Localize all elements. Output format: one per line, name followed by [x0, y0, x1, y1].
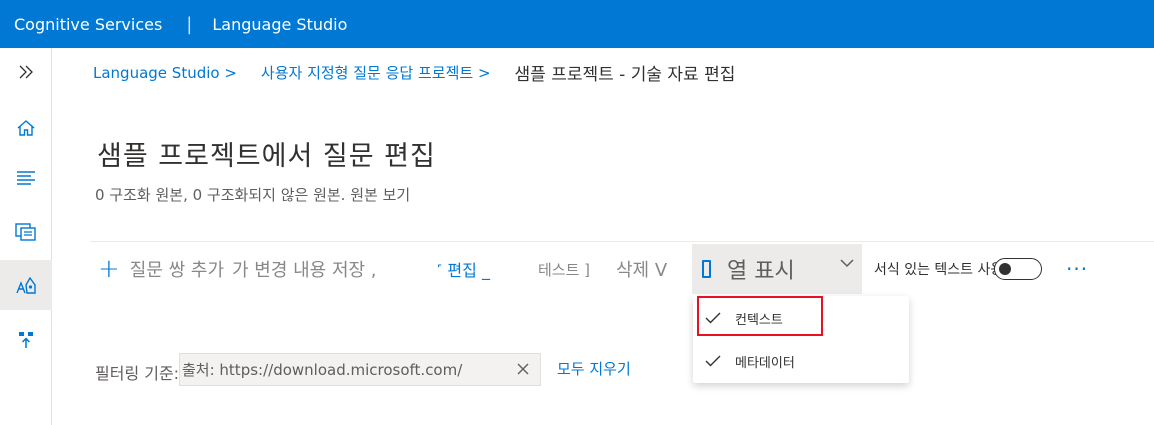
show-columns-label: 열 표시	[727, 259, 795, 284]
top-bar: Cognitive Services | Language Studio	[0, 0, 1154, 48]
sidebar-item-home[interactable]	[0, 108, 52, 148]
page-title: 샘플 프로젝트에서 질문 편집	[97, 141, 436, 172]
edit-button[interactable]: ˹ 편집 _	[437, 244, 490, 294]
document-icon	[15, 223, 36, 241]
toggle-knob	[999, 263, 1011, 275]
sidebar-item-deploy[interactable]	[0, 320, 52, 360]
show-columns-button[interactable]: 열 표시	[692, 244, 862, 294]
rich-text-label: 서식 있는 텍스트 사용	[874, 262, 1004, 278]
column-icon	[702, 260, 711, 278]
menu-item-metadata-label: 메타데이터	[735, 355, 795, 371]
sidebar-item-question-answering[interactable]	[0, 260, 52, 310]
checkmark-icon	[705, 312, 721, 324]
product-title[interactable]: Language Studio	[212, 15, 347, 34]
sidebar	[0, 48, 52, 425]
home-icon	[17, 120, 35, 136]
sidebar-item-list[interactable]	[0, 158, 52, 198]
chevron-down-icon	[840, 259, 854, 268]
list-icon	[17, 171, 35, 185]
edit-label: ˹ 편집 _	[437, 261, 490, 280]
delete-label: 삭제 V	[616, 260, 668, 281]
breadcrumb-current: 샘플 프로젝트 - 기술 자료 편집	[514, 65, 736, 85]
save-changes-button[interactable]: 가 변경 내용 저장 ,	[232, 244, 377, 294]
toolbar-divider	[90, 241, 1154, 242]
column-options-menu: 컨텍스트 메타데이터	[693, 296, 909, 383]
menu-item-metadata[interactable]: 메타데이터	[693, 341, 909, 381]
brand-title[interactable]: Cognitive Services	[14, 15, 162, 34]
filter-chip[interactable]: 출처: https://download.microsoft.com/	[179, 353, 541, 386]
more-options-button[interactable]: ···	[1066, 244, 1088, 294]
checkmark-icon	[705, 355, 721, 367]
save-changes-label: 가 변경 내용 저장 ,	[232, 260, 377, 281]
command-toolbar: + 질문 쌍 추가 가 변경 내용 저장 , ˹ 편집 _ 테스트 ] 삭제 V…	[90, 244, 1154, 294]
main-content: Language Studio > 사용자 지정형 질문 응답 프로젝트 > 샘…	[52, 48, 1154, 425]
filter-label: 필터링 기준:	[95, 364, 180, 383]
menu-item-context[interactable]: 컨텍스트	[693, 298, 909, 338]
rich-text-toggle[interactable]	[994, 258, 1042, 280]
menu-item-context-label: 컨텍스트	[735, 312, 783, 328]
close-icon[interactable]	[514, 360, 532, 378]
breadcrumb-custom-qa-projects[interactable]: 사용자 지정형 질문 응답 프로젝트 >	[261, 62, 491, 83]
test-button[interactable]: 테스트 ]	[538, 244, 590, 294]
title-separator: |	[186, 13, 193, 35]
add-question-pair-label: 질문 쌍 추가	[129, 260, 225, 281]
expand-sidebar-button[interactable]	[0, 52, 52, 92]
deploy-icon	[19, 332, 33, 348]
clear-all-filters-link[interactable]: 모두 지우기	[557, 358, 631, 379]
breadcrumb: Language Studio > 사용자 지정형 질문 응답 프로젝트 > 샘…	[93, 60, 736, 86]
breadcrumb-language-studio[interactable]: Language Studio >	[93, 64, 237, 82]
delete-button[interactable]: 삭제 V	[616, 244, 667, 294]
sidebar-item-documents[interactable]	[0, 212, 52, 252]
question-answering-icon	[16, 276, 36, 294]
add-question-pair-button[interactable]: + 질문 쌍 추가	[98, 244, 224, 294]
page-subtitle: 0 구조화 원본, 0 구조화되지 않은 원본. 원본 보기	[95, 186, 411, 204]
plus-icon: +	[98, 254, 120, 284]
double-chevron-right-icon	[19, 65, 33, 79]
filter-value: 출처: https://download.microsoft.com/	[182, 361, 463, 379]
test-label: 테스트 ]	[538, 260, 591, 279]
